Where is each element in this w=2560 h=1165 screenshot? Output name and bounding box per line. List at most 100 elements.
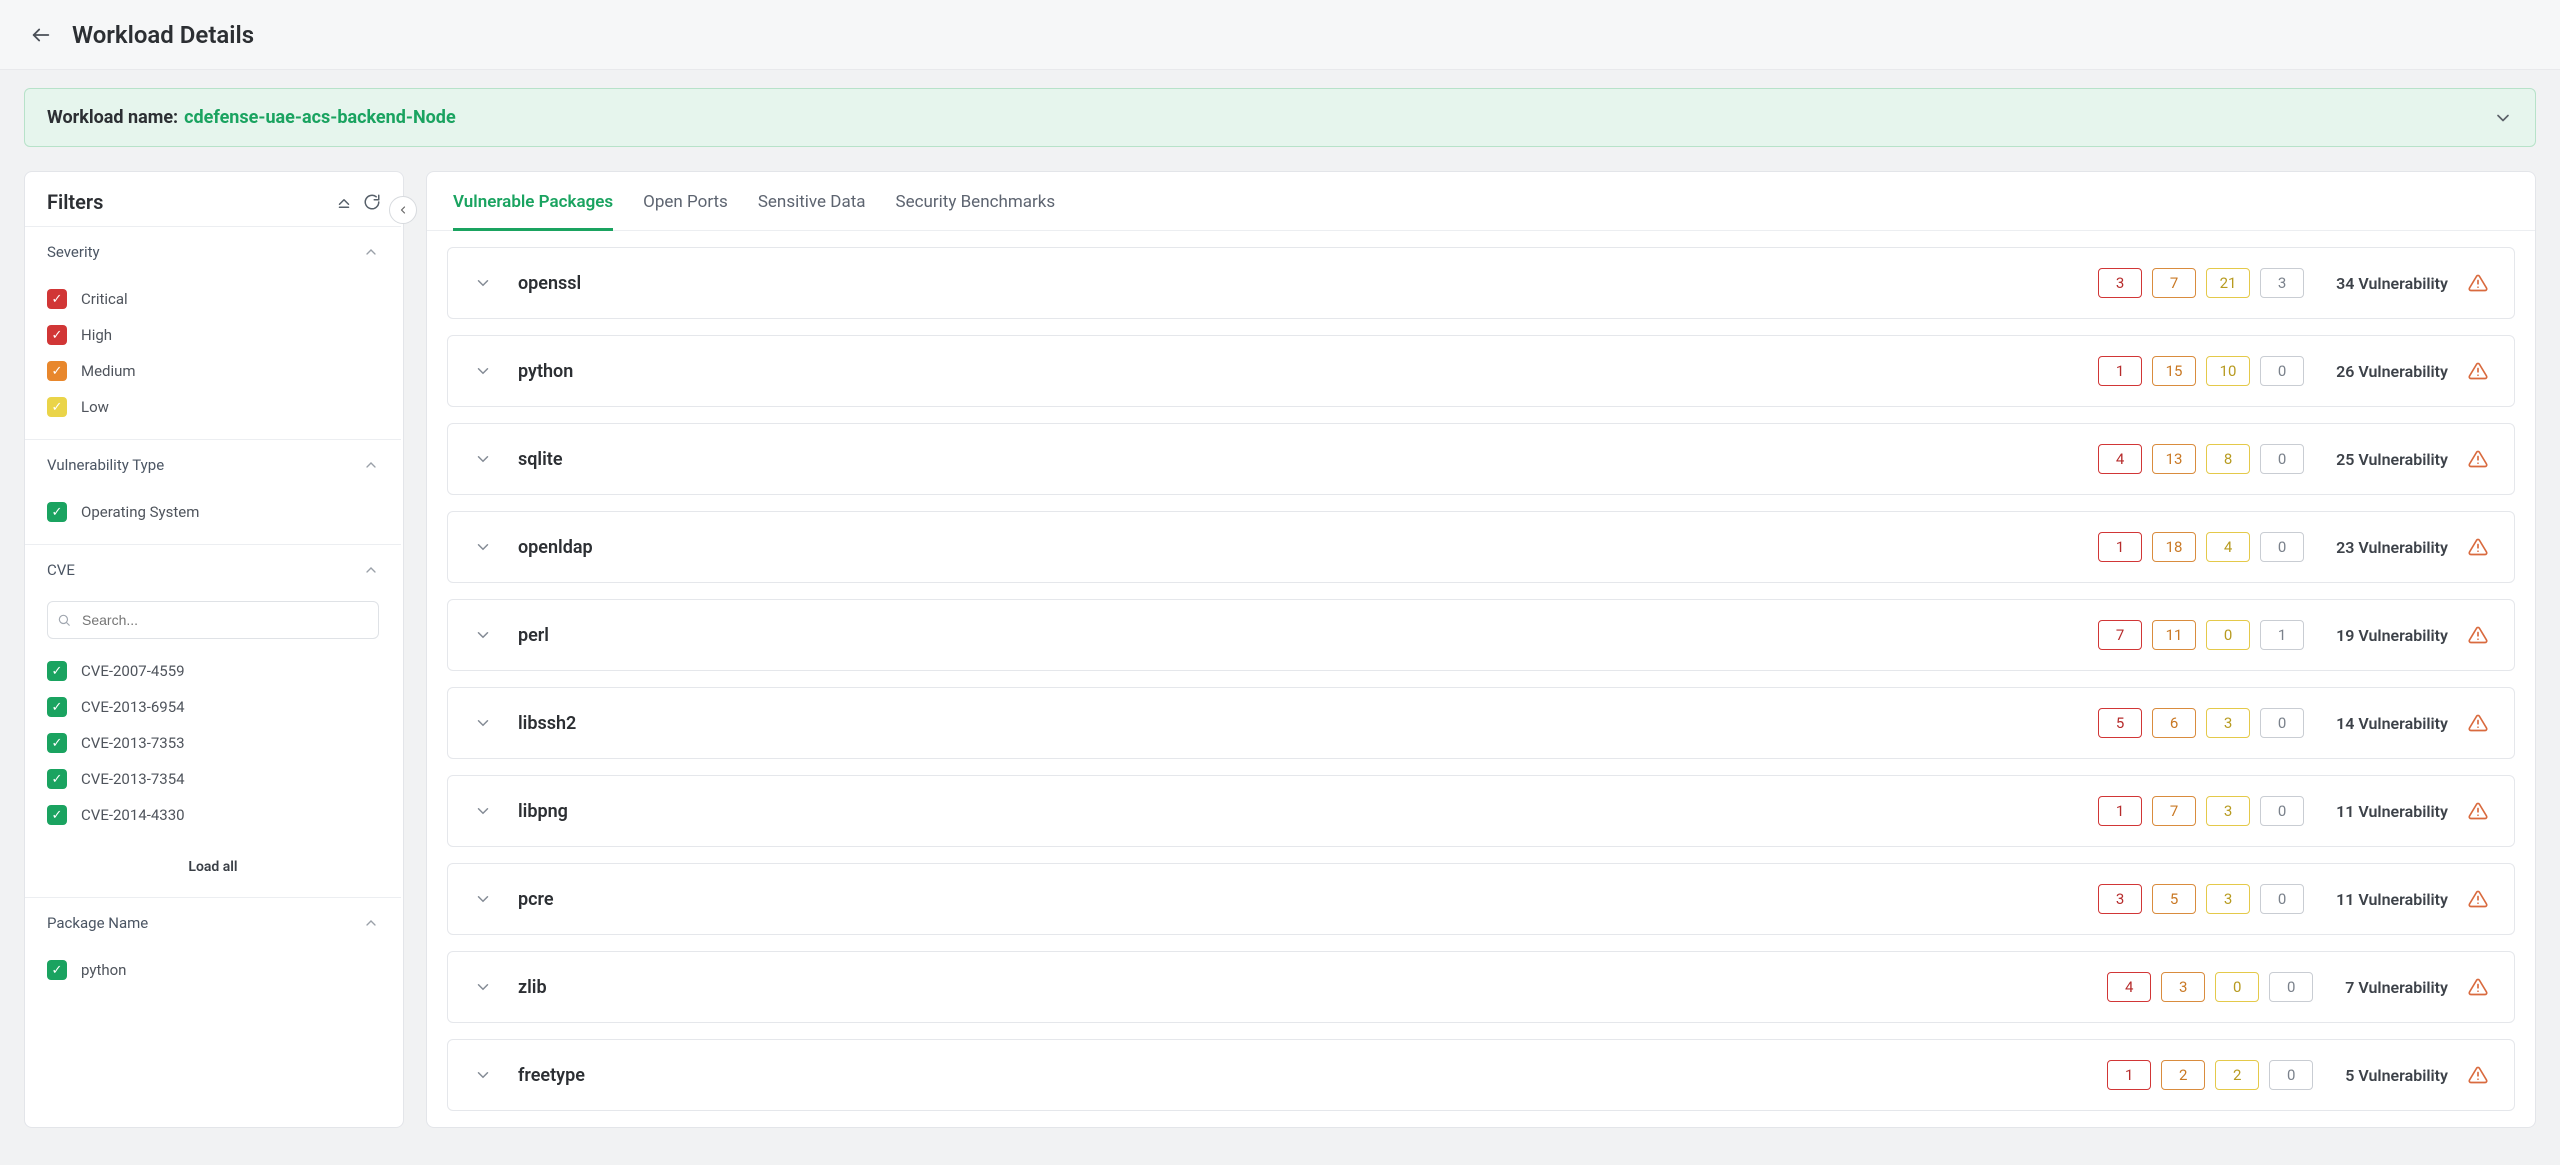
package-expand-icon[interactable] xyxy=(474,274,492,292)
package-expand-icon[interactable] xyxy=(474,538,492,556)
cve-search-input[interactable] xyxy=(47,601,379,639)
back-arrow-icon[interactable] xyxy=(30,24,52,46)
filter-section-head-package[interactable]: Package Name xyxy=(25,898,401,948)
severity-count-critical: 1 xyxy=(2098,356,2142,386)
vulnerability-total: 26 Vulnerability xyxy=(2336,362,2448,381)
package-expand-icon[interactable] xyxy=(474,978,492,996)
severity-count-low: 3 xyxy=(2260,268,2304,298)
package-row-freetype: freetype12205 Vulnerability xyxy=(447,1039,2515,1111)
checkbox-icon[interactable] xyxy=(47,502,67,522)
package-expand-icon[interactable] xyxy=(474,802,492,820)
cve-item-3[interactable]: CVE-2013-7354 xyxy=(47,761,379,797)
filter-section-head-vulntype[interactable]: Vulnerability Type xyxy=(25,440,401,490)
severity-count-medium: 3 xyxy=(2206,796,2250,826)
vulntype-item-0[interactable]: Operating System xyxy=(47,494,379,530)
warning-icon xyxy=(2468,537,2488,557)
checkbox-icon[interactable] xyxy=(47,289,67,309)
tab-security-benchmarks[interactable]: Security Benchmarks xyxy=(896,192,1056,230)
package-expand-icon[interactable] xyxy=(474,890,492,908)
checkbox-label: CVE-2013-7353 xyxy=(81,734,185,752)
severity-count-medium: 3 xyxy=(2206,708,2250,738)
package-row-libpng: libpng173011 Vulnerability xyxy=(447,775,2515,847)
severity-item-0[interactable]: Critical xyxy=(47,281,379,317)
severity-count-high: 2 xyxy=(2161,1060,2205,1090)
vulnerability-total: 11 Vulnerability xyxy=(2336,802,2448,821)
severity-count-high: 7 xyxy=(2152,796,2196,826)
package-row-openssl: openssl3721334 Vulnerability xyxy=(447,247,2515,319)
tab-open-ports[interactable]: Open Ports xyxy=(643,192,728,230)
filters-clear-icon[interactable] xyxy=(335,193,353,211)
package-name: libssh2 xyxy=(518,713,576,734)
package-filter-item-0[interactable]: python xyxy=(47,952,379,988)
package-row-pcre: pcre353011 Vulnerability xyxy=(447,863,2515,935)
filters-collapse-toggle[interactable] xyxy=(389,196,417,224)
checkbox-icon[interactable] xyxy=(47,769,67,789)
warning-icon xyxy=(2468,273,2488,293)
warning-icon xyxy=(2468,1065,2488,1085)
cve-item-4[interactable]: CVE-2014-4330 xyxy=(47,797,379,833)
checkbox-label: Low xyxy=(81,398,109,416)
banner-expand-icon[interactable] xyxy=(2493,108,2513,128)
severity-count-low: 0 xyxy=(2260,796,2304,826)
severity-count-high: 5 xyxy=(2152,884,2196,914)
severity-count-critical: 1 xyxy=(2098,532,2142,562)
severity-count-low: 0 xyxy=(2260,708,2304,738)
checkbox-label: CVE-2007-4559 xyxy=(81,662,185,680)
package-row-sqlite: sqlite4138025 Vulnerability xyxy=(447,423,2515,495)
warning-icon xyxy=(2468,449,2488,469)
package-expand-icon[interactable] xyxy=(474,450,492,468)
checkbox-icon[interactable] xyxy=(47,805,67,825)
severity-item-3[interactable]: Low xyxy=(47,389,379,425)
package-expand-icon[interactable] xyxy=(474,626,492,644)
checkbox-label: CVE-2013-6954 xyxy=(81,698,185,716)
package-stats: 7110119 Vulnerability xyxy=(2098,620,2488,650)
package-expand-icon[interactable] xyxy=(474,362,492,380)
severity-count-critical: 3 xyxy=(2098,268,2142,298)
package-stats: 1730 11 Vulnerability xyxy=(2098,796,2488,826)
filter-section-head-cve[interactable]: CVE xyxy=(25,545,401,595)
warning-icon xyxy=(2468,977,2488,997)
cve-item-0[interactable]: CVE-2007-4559 xyxy=(47,653,379,689)
warning-icon xyxy=(2468,713,2488,733)
warning-icon xyxy=(2468,889,2488,909)
severity-count-low: 0 xyxy=(2269,1060,2313,1090)
filters-panel: Filters Severity CriticalHigh Medium Low xyxy=(24,171,404,1128)
vulnerability-total: 5 Vulnerability xyxy=(2345,1066,2448,1085)
checkbox-label: python xyxy=(81,961,126,979)
package-expand-icon[interactable] xyxy=(474,1066,492,1084)
severity-count-low: 1 xyxy=(2260,620,2304,650)
package-stats: 12205 Vulnerability xyxy=(2107,1060,2488,1090)
filters-title: Filters xyxy=(47,190,103,214)
severity-count-medium: 21 xyxy=(2206,268,2250,298)
cve-item-2[interactable]: CVE-2013-7353 xyxy=(47,725,379,761)
checkbox-icon[interactable] xyxy=(47,960,67,980)
severity-count-high: 13 xyxy=(2152,444,2196,474)
warning-icon xyxy=(2468,801,2488,821)
checkbox-icon[interactable] xyxy=(47,397,67,417)
cve-item-1[interactable]: CVE-2013-6954 xyxy=(47,689,379,725)
checkbox-icon[interactable] xyxy=(47,697,67,717)
severity-title: Severity xyxy=(47,243,100,261)
page-title: Workload Details xyxy=(72,21,254,49)
filter-section-severity: Severity CriticalHigh Medium Low xyxy=(25,226,401,439)
severity-count-medium: 2 xyxy=(2215,1060,2259,1090)
severity-count-high: 18 xyxy=(2152,532,2196,562)
checkbox-icon[interactable] xyxy=(47,361,67,381)
checkbox-label: Medium xyxy=(81,362,136,380)
tab-vulnerable-packages[interactable]: Vulnerable Packages xyxy=(453,192,613,231)
checkbox-icon[interactable] xyxy=(47,661,67,681)
package-expand-icon[interactable] xyxy=(474,714,492,732)
cve-load-all[interactable]: Load all xyxy=(25,847,401,897)
checkbox-icon[interactable] xyxy=(47,325,67,345)
package-row-zlib: zlib43007 Vulnerability xyxy=(447,951,2515,1023)
severity-item-1[interactable]: High xyxy=(47,317,379,353)
severity-count-critical: 4 xyxy=(2107,972,2151,1002)
filters-refresh-icon[interactable] xyxy=(363,193,381,211)
checkbox-icon[interactable] xyxy=(47,733,67,753)
tab-sensitive-data[interactable]: Sensitive Data xyxy=(758,192,866,230)
severity-count-low: 0 xyxy=(2260,444,2304,474)
severity-count-critical: 1 xyxy=(2098,796,2142,826)
severity-item-2[interactable]: Medium xyxy=(47,353,379,389)
package-row-python: python11510026 Vulnerability xyxy=(447,335,2515,407)
filter-section-head-severity[interactable]: Severity xyxy=(25,227,401,277)
